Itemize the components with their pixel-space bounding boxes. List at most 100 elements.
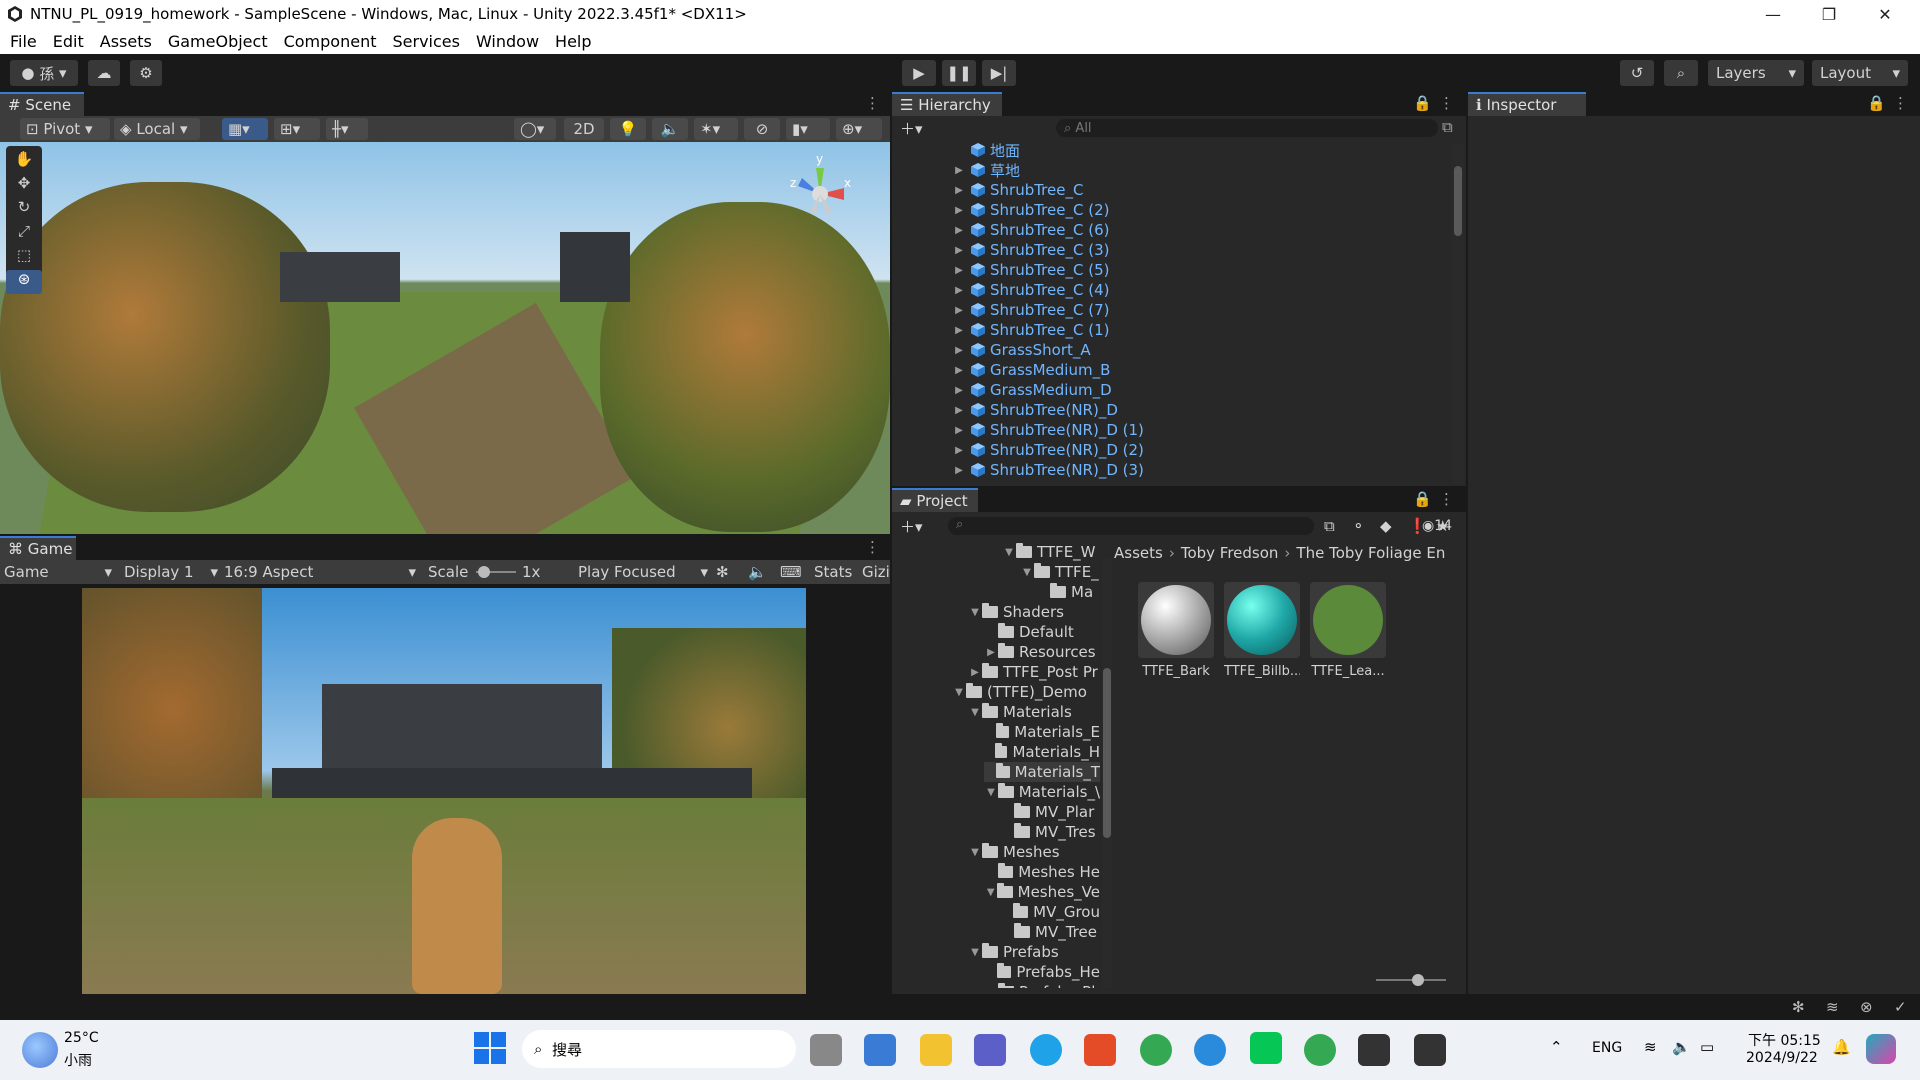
panel-menu-icon[interactable]: ⋮ xyxy=(1893,94,1908,112)
taskbar-search[interactable]: ⌕ 搜尋 xyxy=(522,1030,796,1068)
folder-tree-item[interactable]: MV_Tres xyxy=(1000,822,1100,842)
game-view-dropdown[interactable]: Game ▾ xyxy=(4,562,112,582)
folder-tree-item[interactable]: ▶ Resources xyxy=(984,642,1100,662)
history-button[interactable]: ↺ xyxy=(1620,60,1654,86)
menu-help[interactable]: Help xyxy=(555,32,591,51)
panel-menu-icon[interactable]: ⋮ xyxy=(1439,94,1454,112)
folder-tree-item[interactable]: ▼ TTFE_ xyxy=(1020,562,1100,582)
filter-by-label-icon[interactable]: ◆ xyxy=(1380,516,1400,536)
gizmos-button[interactable]: Gizi xyxy=(862,562,890,582)
folder-tree-item[interactable]: ▼ (TTFE)_Demo xyxy=(952,682,1100,702)
hierarchy-item[interactable]: ▶ ShrubTree(NR)_D (3) xyxy=(892,460,1450,480)
bug-icon[interactable]: ✻ xyxy=(716,562,736,582)
expand-arrow-icon[interactable]: ▶ xyxy=(984,647,998,658)
folder-tree-item[interactable]: Prefabs_Pl xyxy=(984,982,1100,988)
display-dropdown[interactable]: Display 1 ▾ xyxy=(124,562,218,582)
wifi-icon[interactable]: ≋ xyxy=(1644,1038,1657,1056)
hierarchy-item[interactable]: ▶ GrassMedium_B xyxy=(892,360,1450,380)
scale-slider[interactable] xyxy=(476,566,516,578)
lock-icon[interactable]: 🔒 xyxy=(1867,94,1886,112)
orientation-gizmo[interactable]: y z x xyxy=(780,152,860,234)
panel-menu-icon[interactable]: ⋮ xyxy=(1439,490,1454,508)
expand-arrow-icon[interactable]: ▶ xyxy=(952,205,966,216)
draw-mode-dropdown[interactable]: ◯▾ xyxy=(514,118,556,140)
snap-increment[interactable]: ⊞▾ xyxy=(274,118,320,140)
play-mode-dropdown[interactable]: Play Focused ▾ xyxy=(578,562,708,582)
folder-tree-item[interactable]: ▼ Shaders xyxy=(968,602,1100,622)
minimize-button[interactable]: — xyxy=(1745,0,1801,28)
hand-tool-icon[interactable]: ✋ xyxy=(6,150,42,174)
expand-arrow-icon[interactable]: ▶ xyxy=(968,667,982,678)
expand-arrow-icon[interactable]: ▼ xyxy=(968,947,982,958)
hierarchy-item[interactable]: ▶ ShrubTree_C (4) xyxy=(892,280,1450,300)
expand-arrow-icon[interactable]: ▼ xyxy=(984,887,997,898)
aspect-dropdown[interactable]: 16:9 Aspect ▾ xyxy=(224,562,416,582)
create-asset-dropdown[interactable]: ＋▾ xyxy=(900,516,936,536)
expand-arrow-icon[interactable]: ▼ xyxy=(968,847,982,858)
line-icon[interactable] xyxy=(1250,1032,1282,1064)
expand-arrow-icon[interactable]: ▶ xyxy=(952,425,966,436)
folder-tree-item[interactable]: Materials_E xyxy=(984,722,1100,742)
hierarchy-item[interactable]: ▶ ShrubTree(NR)_D (1) xyxy=(892,420,1450,440)
hierarchy-item[interactable]: ▶ ShrubTree(NR)_D (2) xyxy=(892,440,1450,460)
hierarchy-item[interactable]: ▶ ShrubTree_C (5) xyxy=(892,260,1450,280)
menu-assets[interactable]: Assets xyxy=(100,32,152,51)
local-dropdown[interactable]: ◈ Local ▾ xyxy=(114,118,200,140)
chrome-icon[interactable] xyxy=(1140,1034,1172,1066)
unity-editor-icon[interactable] xyxy=(1414,1034,1446,1066)
pause-button[interactable]: ❚❚ xyxy=(942,60,976,86)
expand-arrow-icon[interactable]: ▶ xyxy=(952,265,966,276)
menu-window[interactable]: Window xyxy=(476,32,539,51)
folder-tree-item[interactable]: ▼ Materials_\ xyxy=(984,782,1100,802)
layers-dropdown[interactable]: Layers ▾ xyxy=(1708,60,1804,86)
keyboard-icon[interactable]: ⌨ xyxy=(780,562,802,582)
start-button[interactable] xyxy=(474,1032,506,1064)
lighting-toggle[interactable]: 💡 xyxy=(610,118,646,140)
asset-ttfe-bark[interactable]: TTFE_Bark xyxy=(1138,582,1214,682)
scale-tool-icon[interactable]: ⤢ xyxy=(6,222,42,246)
expand-arrow-icon[interactable]: ▶ xyxy=(952,465,966,476)
folder-tree-item[interactable]: ▼ TTFE_W xyxy=(1002,542,1100,562)
network-icon[interactable]: ⊗ xyxy=(1860,998,1873,1016)
folder-tree-item[interactable]: ▶ TTFE_Post Pr xyxy=(968,662,1100,682)
step-button[interactable]: ▶| xyxy=(982,60,1016,86)
lock-icon[interactable]: 🔒 xyxy=(1413,94,1432,112)
language-indicator[interactable]: ENG xyxy=(1592,1040,1622,1056)
folder-tree-item[interactable]: Default xyxy=(984,622,1100,642)
folder-tree-item[interactable]: Meshes He xyxy=(984,862,1100,882)
transform-tool-icon[interactable]: ⊛ xyxy=(6,270,42,294)
expand-arrow-icon[interactable]: ▶ xyxy=(952,405,966,416)
2d-toggle[interactable]: 2D xyxy=(564,118,604,140)
play-button[interactable]: ▶ xyxy=(902,60,936,86)
ruler-button[interactable]: ╫▾ xyxy=(326,118,368,140)
rotate-tool-icon[interactable]: ↻ xyxy=(6,198,42,222)
tab-inspector[interactable]: ℹ Inspector xyxy=(1468,92,1586,116)
tab-game[interactable]: ⌘ Game xyxy=(0,536,76,560)
app-mylp-icon[interactable] xyxy=(864,1034,896,1066)
expand-arrow-icon[interactable]: ▼ xyxy=(952,687,966,698)
expand-arrow-icon[interactable]: ▶ xyxy=(952,385,966,396)
layout-dropdown[interactable]: Layout ▾ xyxy=(1812,60,1908,86)
file-explorer-icon[interactable] xyxy=(920,1034,952,1066)
copilot-icon[interactable] xyxy=(1866,1034,1896,1064)
stats-button[interactable]: Stats xyxy=(814,562,854,582)
edge-icon[interactable] xyxy=(1030,1034,1062,1066)
folder-tree-scrollbar[interactable] xyxy=(1102,558,1112,988)
clock-time[interactable]: 下午 05:15 xyxy=(1748,1030,1821,1050)
weather-cloud-icon[interactable] xyxy=(22,1032,58,1068)
camera-dropdown[interactable]: ▮▾ xyxy=(786,118,830,140)
folder-tree-item[interactable]: Materials_H xyxy=(984,742,1100,762)
folder-tree-item[interactable]: ▼ Materials xyxy=(968,702,1100,722)
menu-file[interactable]: File xyxy=(10,32,37,51)
menu-edit[interactable]: Edit xyxy=(53,32,84,51)
move-tool-icon[interactable]: ✥ xyxy=(6,174,42,198)
account-dropdown[interactable]: ● 孫 ▾ xyxy=(10,60,78,86)
tab-hierarchy[interactable]: ☰ Hierarchy xyxy=(892,92,1002,116)
expand-arrow-icon[interactable]: ▶ xyxy=(952,285,966,296)
restore-button[interactable]: ❐ xyxy=(1801,0,1857,28)
search-by-type-icon[interactable]: ⧉ xyxy=(1324,516,1344,536)
hierarchy-item[interactable]: ▶ 草地 xyxy=(892,160,1450,180)
folder-tree-item[interactable]: Ma xyxy=(1036,582,1100,602)
tab-scene[interactable]: # Scene xyxy=(0,92,84,116)
volume-icon[interactable]: 🔈 xyxy=(1672,1038,1691,1056)
